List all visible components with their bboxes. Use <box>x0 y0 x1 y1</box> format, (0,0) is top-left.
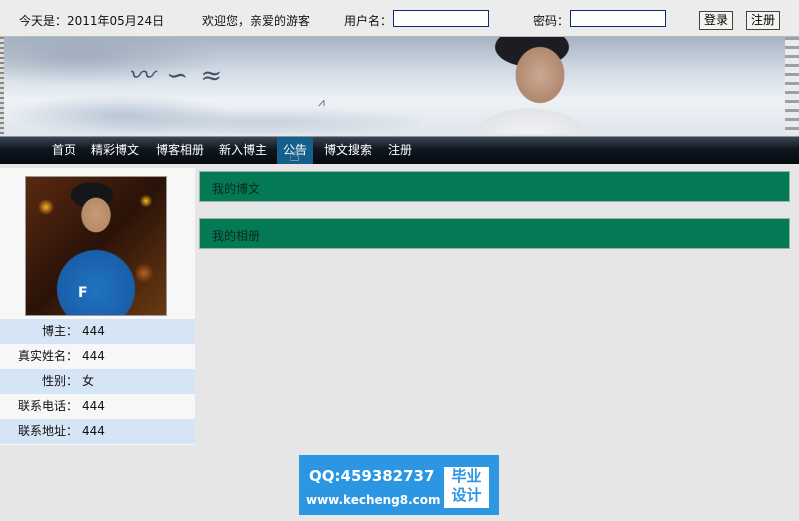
profile-label: 联系地址： <box>17 424 78 438</box>
avatar: F <box>25 176 167 316</box>
nav-featured-posts[interactable]: 精彩博文 <box>89 137 141 164</box>
current-date: 今天是：2011年05月24日 <box>19 14 165 28</box>
banner-logo: 〰 ∽ ≈ <box>128 61 225 91</box>
banner-portrait <box>470 37 620 134</box>
profile-label: 性别： <box>41 374 78 388</box>
profile-value: 444 <box>82 399 105 413</box>
nav-home[interactable]: 首页 <box>50 137 78 164</box>
my-albums-panel[interactable]: 我的相册 <box>199 218 790 249</box>
main-nav: 首页 精彩博文 博客相册 新入博主 公告 博文搜索 注册 ☝ <box>0 136 799 166</box>
profile-sidebar: F 博主： 444 真实姓名： 444 性别： 女 联系电话： 444 联系地址… <box>0 168 195 445</box>
welcome-text: 欢迎您，亲爱的游客 <box>202 14 311 28</box>
banner-right-edge <box>785 37 799 134</box>
profile-row: 博主： 444 <box>0 319 195 344</box>
profile-value: 女 <box>82 374 95 388</box>
profile-value: 444 <box>82 324 105 338</box>
profile-row: 真实姓名： 444 <box>0 344 195 369</box>
profile-label: 联系电话： <box>17 399 78 413</box>
watermark-badge: 毕业 设计 <box>444 467 489 508</box>
profile-label: 博主： <box>41 324 78 338</box>
nav-post-search[interactable]: 博文搜索 <box>322 137 374 164</box>
watermark-url: www.kecheng8.com <box>306 493 441 507</box>
profile-row: 联系电话： 444 <box>0 394 195 419</box>
password-input[interactable] <box>570 10 666 27</box>
my-posts-panel[interactable]: 我的博文 <box>199 171 790 202</box>
profile-row: 联系地址： 444 <box>0 419 195 444</box>
hand-pointer-icon: ☝ <box>289 145 300 166</box>
nav-blog-albums[interactable]: 博客相册 <box>154 137 206 164</box>
nav-register[interactable]: 注册 <box>386 137 414 164</box>
top-bar: 今天是：2011年05月24日 欢迎您，亲爱的游客 用户名： 密码： 登录 注册 <box>0 0 799 37</box>
profile-label: 真实姓名： <box>17 349 78 363</box>
panel-title: 我的博文 <box>212 182 261 196</box>
badge-line: 设计 <box>451 486 482 504</box>
profile-value: 444 <box>82 349 105 363</box>
badge-line: 毕业 <box>451 467 482 485</box>
username-label: 用户名： <box>344 14 393 28</box>
profile-value: 444 <box>82 424 105 438</box>
bird-icon: ⩘ <box>318 95 325 109</box>
username-input[interactable] <box>393 10 489 27</box>
header-banner: 〰 ∽ ≈ ⩘ <box>0 37 799 134</box>
watermark-qq: QQ:459382737 <box>309 467 435 485</box>
panel-title: 我的相册 <box>212 229 261 243</box>
profile-row: 性别： 女 <box>0 369 195 394</box>
watermark-banner: QQ:459382737 www.kecheng8.com 毕业 设计 <box>299 455 499 515</box>
nav-new-bloggers[interactable]: 新入博主 <box>217 137 269 164</box>
register-button[interactable]: 注册 <box>746 11 781 30</box>
shirt-logo: F <box>78 285 88 301</box>
password-label: 密码： <box>533 14 570 28</box>
login-button[interactable]: 登录 <box>699 11 734 30</box>
banner-left-edge <box>0 37 4 134</box>
